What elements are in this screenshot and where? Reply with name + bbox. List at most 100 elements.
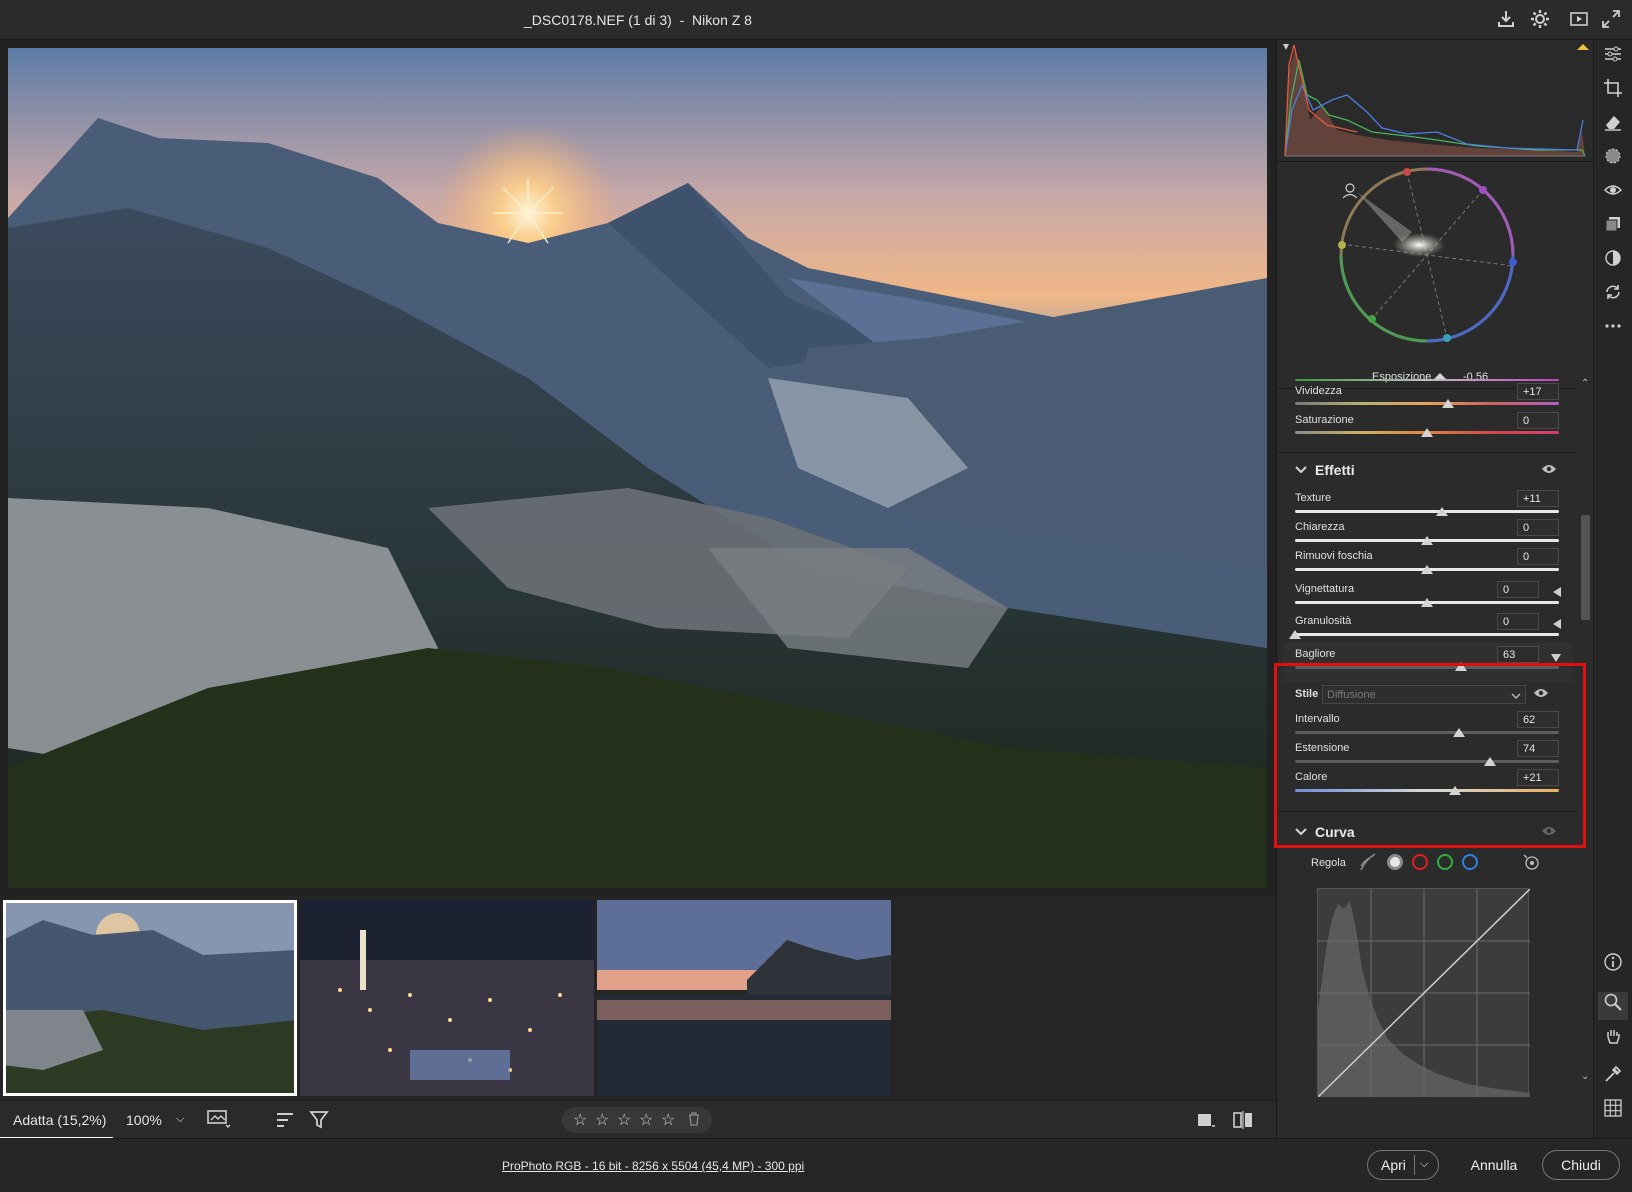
effects-visibility-eye-icon[interactable] [1541,463,1557,479]
extension-slider-track[interactable] [1295,760,1559,763]
red-eye-icon[interactable] [1598,180,1628,208]
expand-icon[interactable] [1599,8,1623,32]
slider-value-saturation[interactable]: 0 [1517,412,1559,429]
crop-icon[interactable] [1598,78,1628,106]
more-icon[interactable] [1598,316,1628,344]
zoom-100-button[interactable]: 100% [126,1112,162,1128]
curve-visibility-eye-icon[interactable] [1541,825,1557,841]
grain-slider-thumb[interactable] [1289,630,1301,639]
gear-icon[interactable] [1528,8,1552,32]
glow-style-select[interactable]: Diffusione [1322,685,1526,704]
zoom-tool-icon[interactable] [1598,992,1628,1020]
play-icon[interactable] [1567,8,1591,32]
hand-tool-icon[interactable] [1598,1026,1628,1054]
masking-icon[interactable] [1598,146,1628,174]
compare-view-icon[interactable] [1232,1110,1254,1133]
slider-value-vignette[interactable]: 0 [1497,581,1539,598]
filmstrip-icon[interactable] [207,1109,231,1132]
texture-slider-thumb[interactable] [1435,507,1448,516]
effects-section-title[interactable]: Effetti [1315,462,1355,478]
app-window: _DSC0178.NEF (1 di 3) - Nikon Z 8 Adatta… [0,0,1632,1192]
zoom-dropdown-chevron-icon[interactable]: ⌵ [176,1113,184,1126]
curve-section-title[interactable]: Curva [1315,824,1355,840]
open-options-chevron-icon[interactable]: ⌵ [1420,1150,1428,1178]
eraser-icon[interactable] [1598,112,1628,140]
vignette-slider-thumb[interactable] [1421,598,1433,607]
dehaze-slider-thumb[interactable] [1421,565,1433,574]
effects-chevron-icon[interactable] [1295,464,1307,478]
curve-channel-rgb[interactable] [1387,854,1403,870]
tint-slider-track[interactable] [1295,379,1559,381]
thumbnail-city-night[interactable] [300,900,594,1096]
histogram [1277,40,1593,162]
clarity-slider-thumb[interactable] [1421,536,1433,545]
slider-value-grain[interactable]: 0 [1497,613,1539,630]
scrollbar-thumb[interactable] [1581,515,1590,620]
grid-icon[interactable] [1598,1098,1628,1126]
snapshots-icon[interactable] [1598,248,1628,276]
main-photo-preview[interactable] [8,48,1267,888]
tool-icon-bar [1593,40,1632,1138]
warmth-slider-track[interactable] [1295,789,1559,792]
edit-sliders-icon[interactable] [1598,44,1628,72]
scroll-down-icon[interactable]: ⌄ [1581,1071,1589,1082]
curve-target-adjust-icon[interactable] [1521,852,1541,877]
slider-value-texture[interactable]: +11 [1517,490,1559,507]
vibrance-slider-thumb[interactable] [1442,399,1455,408]
grain-slider-track[interactable] [1295,633,1559,636]
vibrance-slider-track[interactable] [1295,402,1559,405]
sort-icon[interactable] [275,1110,297,1133]
filter-icon[interactable] [309,1110,331,1133]
star-4[interactable]: ☆ [639,1110,653,1130]
edit-panel: Esposizione -0,56 Vividezza +17 Saturazi… [1276,40,1593,1138]
parametric-curve-icon[interactable] [1359,852,1377,877]
workflow-options-link[interactable]: ProPhoto RGB - 16 bit - 8256 x 5504 (45,… [502,1159,804,1173]
thumbnail-mountain-sunset[interactable] [3,900,297,1096]
glow-style-eye-icon[interactable] [1533,687,1549,703]
curve-channel-red[interactable] [1412,854,1428,870]
texture-slider-track[interactable] [1295,510,1559,513]
star-2[interactable]: ☆ [595,1110,609,1130]
slider-label-extension: Estensione [1295,742,1350,754]
slider-value-dehaze[interactable]: 0 [1517,548,1559,565]
sync-icon[interactable] [1598,282,1628,310]
close-button[interactable]: Chiudi [1542,1150,1620,1180]
divider [1277,811,1593,812]
single-view-icon[interactable] [1196,1110,1216,1133]
glow-slider-thumb[interactable] [1455,662,1468,671]
chevron-down-icon [1511,688,1521,706]
panel-scrollbar[interactable]: ⌃ ⌄ [1577,378,1593,1138]
open-button[interactable]: Apri ⌵ [1367,1150,1439,1180]
saturation-slider-thumb[interactable] [1421,428,1433,437]
zoom-fit-button[interactable]: Adatta (15,2%) [0,1101,113,1139]
trash-icon[interactable] [688,1112,700,1131]
slider-value-clarity[interactable]: 0 [1517,519,1559,536]
star-1[interactable]: ☆ [573,1110,587,1130]
slider-value-glow[interactable]: 63 [1497,646,1539,663]
scroll-up-icon[interactable]: ⌃ [1581,378,1589,389]
slider-value-range[interactable]: 62 [1517,711,1559,728]
curve-channel-green[interactable] [1437,854,1453,870]
info-icon[interactable] [1598,952,1628,980]
tone-curve-graph[interactable] [1317,888,1531,1098]
presets-icon[interactable] [1598,214,1628,242]
warmth-slider-thumb[interactable] [1448,786,1461,795]
slider-value-warmth[interactable]: +21 [1517,769,1559,786]
slider-value-vibrance[interactable]: +17 [1517,383,1559,400]
curve-channel-blue[interactable] [1462,854,1478,870]
range-slider-track[interactable] [1295,731,1559,734]
tint-slider-thumb[interactable] [1434,373,1446,379]
color-wheel-vectorscope [1277,162,1593,390]
star-3[interactable]: ☆ [617,1110,631,1130]
thumbnail-lake-reflection[interactable] [597,900,891,1096]
white-balance-eyedropper-icon[interactable] [1598,1064,1628,1092]
glow-style-label: Stile [1295,688,1319,700]
range-slider-thumb[interactable] [1452,728,1465,737]
extension-slider-thumb[interactable] [1484,757,1497,766]
curve-chevron-icon[interactable] [1295,826,1307,840]
star-5[interactable]: ☆ [661,1110,675,1130]
glow-slider-track[interactable] [1295,666,1559,669]
download-icon[interactable] [1494,8,1518,32]
cancel-button[interactable]: Annulla [1455,1150,1533,1180]
slider-value-extension[interactable]: 74 [1517,740,1559,757]
